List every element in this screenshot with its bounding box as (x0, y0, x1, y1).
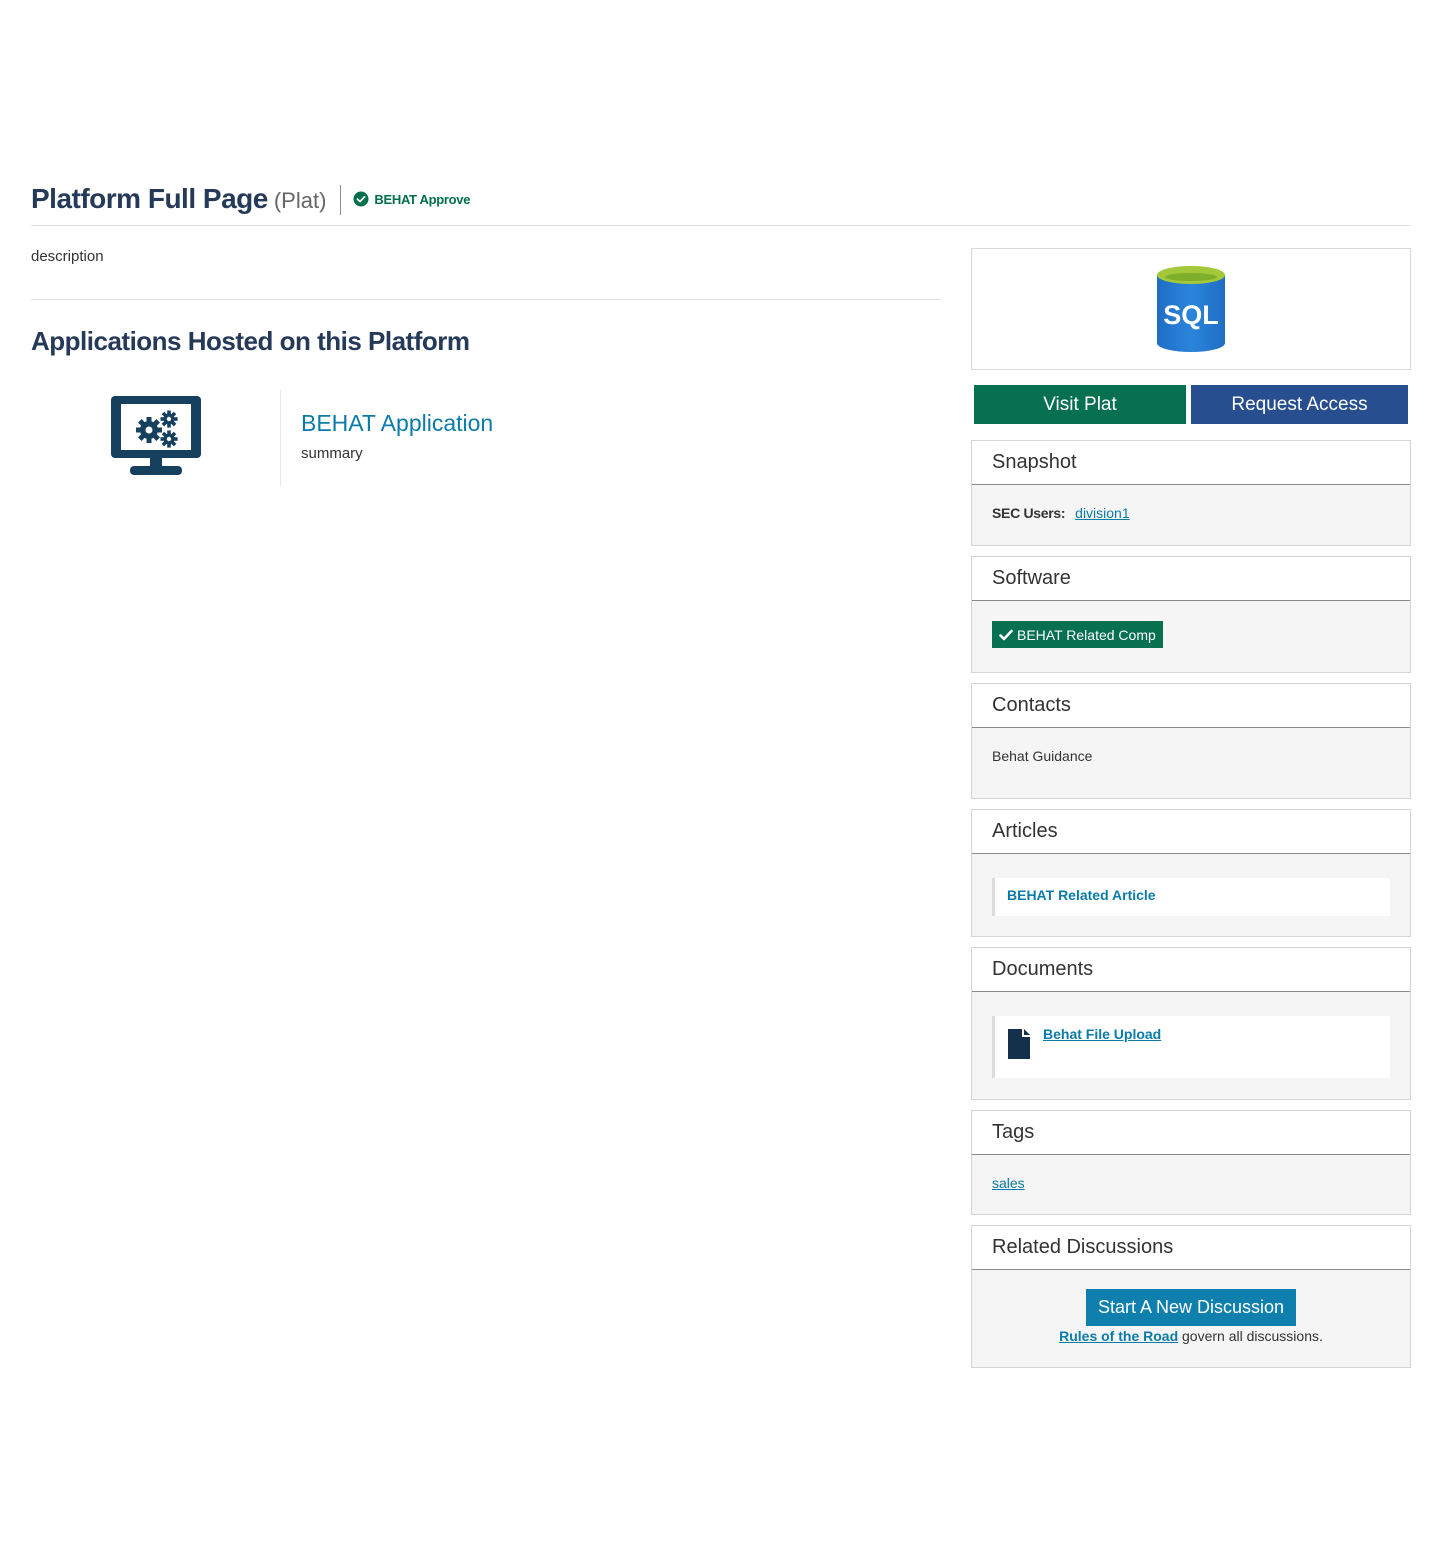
application-card: BEHAT Application summary (31, 390, 941, 486)
tags-body: sales (972, 1155, 1410, 1211)
platform-description: description (31, 248, 104, 265)
discussions-body: Start A New Discussion Rules of the Road… (972, 1270, 1410, 1364)
discussions-panel: Related Discussions Start A New Discussi… (971, 1225, 1411, 1368)
software-badge[interactable]: BEHAT Related Comp (992, 621, 1163, 648)
software-body: BEHAT Related Comp (972, 601, 1410, 668)
divider (31, 299, 941, 300)
software-title: Software (972, 557, 1410, 601)
contacts-body: Behat Guidance (972, 728, 1410, 784)
application-link[interactable]: BEHAT Application (301, 410, 493, 437)
page-abbreviation: (Plat) (273, 188, 327, 213)
tags-title: Tags (972, 1111, 1410, 1155)
contact-item: Behat Guidance (992, 748, 1093, 764)
application-info: BEHAT Application summary (281, 390, 493, 486)
articles-body: BEHAT Related Article (972, 854, 1410, 936)
software-panel: Software BEHAT Related Comp (971, 556, 1411, 673)
applications-heading: Applications Hosted on this Platform (31, 326, 470, 356)
checkmark-icon (999, 629, 1013, 640)
application-summary: summary (301, 445, 363, 462)
page-header: Platform Full Page (Plat) BEHAT Approve (31, 180, 1411, 226)
article-item[interactable]: BEHAT Related Article (992, 878, 1390, 916)
monitor-gears-icon[interactable] (110, 395, 202, 477)
document-item: Behat File Upload (992, 1016, 1390, 1078)
page-title: Platform Full Page (31, 183, 268, 214)
sec-users-label: SEC Users: (992, 505, 1066, 521)
document-link[interactable]: Behat File Upload (1043, 1026, 1161, 1068)
rules-text: govern all discussions. (1182, 1328, 1323, 1344)
discussions-title: Related Discussions (972, 1226, 1410, 1270)
snapshot-panel: Snapshot SEC Users: division1 (971, 440, 1411, 546)
contacts-title: Contacts (972, 684, 1410, 728)
rules-line: Rules of the Road govern all discussions… (992, 1328, 1390, 1344)
article-link[interactable]: BEHAT Related Article (1007, 887, 1156, 903)
sec-users-link[interactable]: division1 (1075, 505, 1129, 521)
articles-title: Articles (972, 810, 1410, 854)
start-discussion-button[interactable]: Start A New Discussion (1085, 1289, 1297, 1326)
visit-platform-button[interactable]: Visit Plat (974, 385, 1186, 424)
sql-database-icon: SQL (1157, 266, 1225, 352)
snapshot-title: Snapshot (972, 441, 1410, 485)
contacts-panel: Contacts Behat Guidance (971, 683, 1411, 799)
documents-body: Behat File Upload (972, 992, 1410, 1098)
tag-link[interactable]: sales (992, 1175, 1025, 1191)
approval-badge: BEHAT Approve (353, 191, 470, 207)
rules-of-the-road-link[interactable]: Rules of the Road (1059, 1328, 1178, 1344)
request-access-button[interactable]: Request Access (1191, 385, 1408, 424)
software-badge-label: BEHAT Related Comp (1017, 626, 1156, 643)
application-icon-container (31, 390, 281, 486)
file-icon (1008, 1029, 1030, 1059)
approval-status-text: BEHAT Approve (374, 191, 471, 207)
platform-logo-box: SQL (971, 248, 1411, 370)
sql-logo-text: SQL (1163, 300, 1219, 330)
snapshot-body: SEC Users: division1 (972, 485, 1410, 541)
documents-title: Documents (972, 948, 1410, 992)
check-circle-icon (353, 191, 369, 207)
header-divider (340, 185, 342, 215)
tags-panel: Tags sales (971, 1110, 1411, 1215)
documents-panel: Documents Behat File Upload (971, 947, 1411, 1100)
articles-panel: Articles BEHAT Related Article (971, 809, 1411, 937)
